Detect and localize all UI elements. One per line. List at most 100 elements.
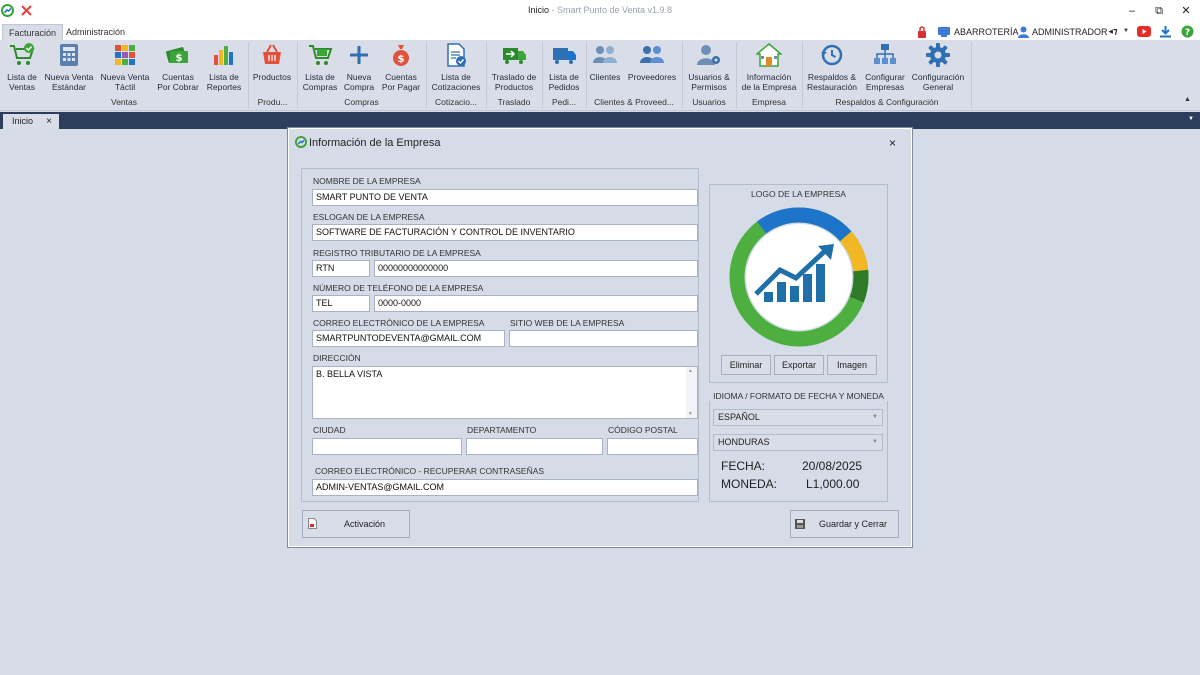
- window-title: Inicio - Smart Punto de Venta v1.9.8: [0, 5, 1200, 15]
- group-separator: [971, 42, 972, 108]
- city-input[interactable]: [312, 438, 462, 455]
- svg-text:?: ?: [1185, 28, 1190, 38]
- activation-button[interactable]: Activación: [302, 510, 410, 538]
- plus-icon: [350, 46, 368, 64]
- minimize-button[interactable]: –: [1118, 2, 1146, 20]
- cuentas-por-pagar-button[interactable]: $ Cuentas Por Pagar: [380, 43, 422, 92]
- close-window-button[interactable]: ✕: [1172, 2, 1200, 20]
- configurar-empresas-button[interactable]: Configurar Empresas: [862, 43, 908, 92]
- department-input[interactable]: [466, 438, 603, 455]
- tab-facturacion[interactable]: Facturación: [2, 24, 64, 40]
- email-input[interactable]: SMARTPUNTODEVENTA@GMAIL.COM: [312, 330, 505, 347]
- currency-label: MONEDA:: [721, 477, 778, 491]
- youtube-icon[interactable]: [1137, 26, 1151, 37]
- currency-value: L1,000.00: [806, 477, 860, 491]
- save-close-button[interactable]: Guardar y Cerrar: [790, 510, 899, 538]
- configuracion-general-button[interactable]: Configuración General: [910, 43, 966, 92]
- usuarios-y-permisos-button[interactable]: Usuarios & Permisos: [685, 43, 733, 92]
- lista-de-cotizaciones-button[interactable]: Lista de Cotizaciones: [430, 43, 482, 92]
- phone-input[interactable]: 0000-0000: [374, 295, 698, 312]
- lista-de-compras-label2: Compras: [302, 82, 338, 92]
- user-gear-icon: [697, 45, 720, 65]
- scroll-up-icon[interactable]: ▲: [688, 368, 693, 374]
- nueva-venta-tactil-button[interactable]: Nueva Venta Táctil: [100, 43, 150, 92]
- traslado-de-productos-button[interactable]: Traslado de Productos: [488, 43, 540, 92]
- title-bar: Inicio - Smart Punto de Venta v1.9.8 – ⧉…: [0, 0, 1200, 22]
- configurar-empresas-label2: Empresas: [865, 82, 905, 92]
- lock-icon[interactable]: [917, 26, 927, 38]
- lista-de-ventas-label2: Ventas: [9, 82, 35, 92]
- respaldos-button[interactable]: Respaldos & Restauración: [805, 43, 859, 92]
- group-respaldos-label: Respaldos & Configuración: [835, 97, 939, 107]
- bar-chart-icon: [214, 46, 233, 65]
- nueva-venta-estandar-button[interactable]: Nueva Venta Estándar: [44, 43, 94, 92]
- group-clientes-label: Clientes & Proveed...: [594, 97, 674, 107]
- doc-tab-inicio[interactable]: Inicio ×: [3, 114, 59, 129]
- configuracion-general-label1: Configuración: [911, 72, 965, 82]
- tab-administracion[interactable]: Administración: [60, 24, 131, 40]
- close-tab-icon[interactable]: ×: [46, 114, 52, 129]
- lista-de-reportes-button[interactable]: Lista de Reportes: [204, 43, 244, 92]
- dialog-close-icon[interactable]: ×: [889, 136, 896, 150]
- informacion-de-la-empresa-button[interactable]: Información de la Empresa: [739, 43, 799, 92]
- group-ventas-label: Ventas: [111, 97, 137, 107]
- postal-code-input[interactable]: [607, 438, 698, 455]
- lista-de-pedidos-button[interactable]: Lista de Pedidos: [544, 43, 584, 92]
- export-logo-button[interactable]: Exportar: [774, 355, 824, 375]
- tax-id-input[interactable]: 00000000000000: [374, 260, 698, 277]
- users-icon: [640, 46, 664, 63]
- lista-de-cotizaciones-label1: Lista de: [441, 72, 471, 82]
- download-icon[interactable]: [1159, 25, 1172, 38]
- tax-prefix-input[interactable]: RTN: [312, 260, 370, 277]
- nueva-compra-button[interactable]: Nueva Compra: [342, 43, 376, 92]
- country-select[interactable]: HONDURAS ▼: [713, 434, 883, 451]
- address-scrollbar[interactable]: ▲ ▼: [686, 367, 697, 418]
- collapse-ribbon-icon[interactable]: ▲: [1184, 96, 1191, 103]
- help-icon[interactable]: ?: [1181, 25, 1194, 38]
- language-select[interactable]: ESPAÑOL ▼: [713, 409, 883, 426]
- ribbon: Lista de Ventas Nueva Venta Estándar Nue…: [0, 40, 1200, 111]
- delete-logo-button[interactable]: Eliminar: [721, 355, 771, 375]
- image-logo-button[interactable]: Imagen: [827, 355, 877, 375]
- tab-dropdown-icon[interactable]: ▼: [1188, 116, 1194, 122]
- address-label: DIRECCIÓN: [313, 353, 361, 363]
- phone-prefix-input[interactable]: TEL: [312, 295, 370, 312]
- proveedores-button[interactable]: Proveedores: [626, 43, 678, 82]
- lista-de-ventas-button[interactable]: Lista de Ventas: [2, 43, 42, 92]
- user-name[interactable]: ADMINISTRADOR: [1032, 24, 1108, 40]
- speaker-icon[interactable]: ◂⁊: [1106, 24, 1120, 38]
- lista-de-reportes-label1: Lista de: [209, 72, 239, 82]
- nueva-venta-tactil-label1: Nueva Venta: [100, 72, 150, 82]
- proveedores-label: Proveedores: [627, 72, 677, 82]
- group-usuarios-label: Usuarios: [692, 97, 726, 107]
- website-input[interactable]: [509, 330, 698, 347]
- window-title-separator: -: [548, 5, 557, 15]
- lista-de-compras-button[interactable]: Lista de Compras: [300, 43, 340, 92]
- company-name-input[interactable]: SMART PUNTO DE VENTA: [312, 189, 698, 206]
- backup-icon: [821, 44, 843, 66]
- chevron-down-icon[interactable]: ▼: [1119, 24, 1133, 38]
- slogan-input[interactable]: SOFTWARE DE FACTURACIÓN Y CONTROL DE INV…: [312, 224, 698, 241]
- activation-label: Activación: [344, 519, 386, 529]
- recovery-email-input[interactable]: ADMIN-VENTAS@GMAIL.COM: [312, 479, 698, 496]
- user-icon: [1018, 26, 1029, 38]
- department-label: DEPARTAMENTO: [467, 425, 537, 435]
- scroll-down-icon[interactable]: ▼: [688, 411, 693, 417]
- truck-icon: [553, 48, 576, 64]
- store-name[interactable]: ABARROTERÍA: [954, 24, 1019, 40]
- usuarios-label2: Permisos: [691, 82, 727, 92]
- company-logo-image: [729, 207, 869, 347]
- productos-button[interactable]: Productos: [250, 43, 294, 82]
- logo-label: LOGO DE LA EMPRESA: [751, 189, 846, 199]
- cart-check-icon: [10, 43, 35, 65]
- document-check-icon: [447, 43, 466, 67]
- cuentas-por-cobrar-button[interactable]: $ Cuentas Por Cobrar: [156, 43, 200, 92]
- chevron-down-icon: ▼: [872, 439, 878, 445]
- restore-button[interactable]: ⧉: [1145, 2, 1173, 20]
- clientes-button[interactable]: Clientes: [588, 43, 622, 82]
- group-cotizaciones-label: Cotizacio...: [434, 97, 478, 107]
- address-textarea[interactable]: B. BELLA VISTA: [312, 366, 698, 419]
- locale-label: IDIOMA / FORMATO DE FECHA Y MONEDA: [709, 391, 888, 401]
- lista-de-cotizaciones-label2: Cotizaciones: [431, 82, 481, 92]
- postal-code-label: CÓDIGO POSTAL: [608, 425, 678, 435]
